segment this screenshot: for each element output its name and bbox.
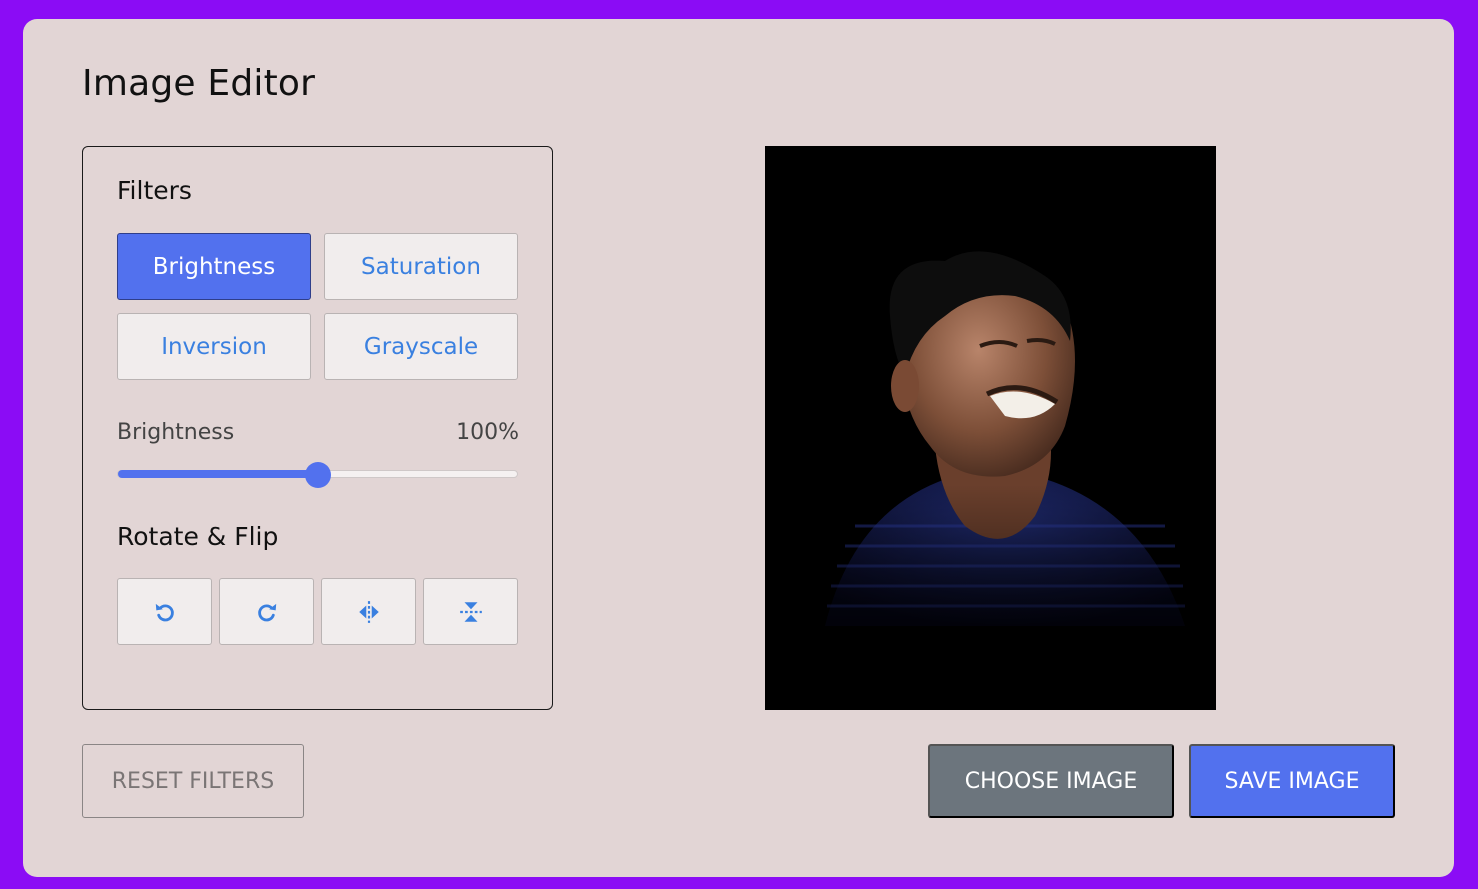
rotate-flip-heading: Rotate & Flip (117, 522, 279, 551)
portrait-photo (765, 146, 1216, 710)
filter-grayscale-button[interactable]: Grayscale (324, 313, 518, 380)
save-image-button[interactable]: SAVE IMAGE (1189, 744, 1395, 818)
rotate-right-icon (257, 603, 276, 621)
slider-thumb[interactable] (304, 462, 331, 488)
editor-panel: Filters Brightness Saturation Inversion … (82, 146, 553, 710)
flip-vertical-button[interactable] (423, 578, 518, 645)
flip-horizontal-icon (358, 600, 379, 623)
filter-saturation-button[interactable]: Saturation (324, 233, 518, 300)
rotate-left-icon (155, 603, 174, 621)
rotate-left-button[interactable] (117, 578, 212, 645)
reset-filters-button[interactable]: RESET FILTERS (82, 744, 304, 818)
flip-vertical-icon (459, 601, 482, 622)
page-title: Image Editor (82, 63, 316, 104)
rotate-right-button[interactable] (219, 578, 314, 645)
editor-card: Image Editor Filters Brightness Saturati… (23, 19, 1454, 877)
choose-image-button[interactable]: CHOOSE IMAGE (928, 744, 1174, 818)
flip-horizontal-button[interactable] (321, 578, 416, 645)
slider-value: 100% (456, 420, 519, 445)
image-preview (765, 146, 1216, 710)
brightness-slider[interactable] (117, 462, 518, 488)
slider-fill (118, 470, 318, 478)
filters-heading: Filters (117, 176, 192, 205)
slider-label: Brightness (117, 420, 235, 445)
filter-brightness-button[interactable]: Brightness (117, 233, 311, 300)
filter-inversion-button[interactable]: Inversion (117, 313, 311, 380)
